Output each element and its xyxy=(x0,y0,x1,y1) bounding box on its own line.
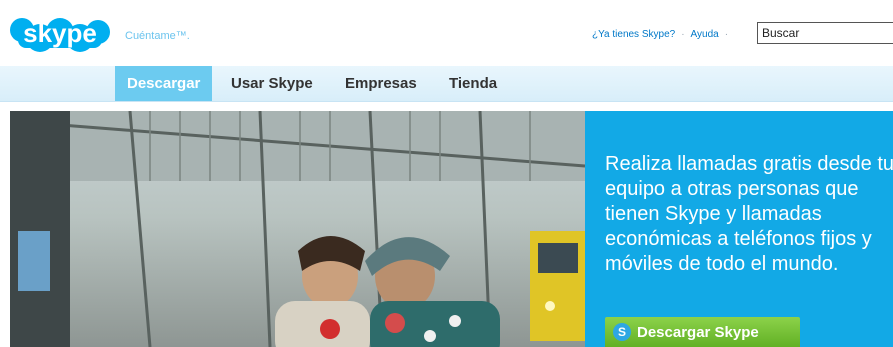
nav-item-descargar[interactable]: Descargar xyxy=(115,66,213,101)
promo-text: Realiza llamadas gratis desde tu equipo … xyxy=(605,153,893,275)
separator: · xyxy=(681,29,685,40)
hero-photo xyxy=(10,111,585,347)
nav-item-usar-skype[interactable]: Usar Skype xyxy=(219,66,325,101)
utility-links: ¿Ya tienes Skype? · Ayuda · xyxy=(592,29,734,40)
nav-item-tienda[interactable]: Tienda xyxy=(437,66,509,101)
separator: · xyxy=(724,29,729,40)
skype-logo[interactable]: skype xyxy=(8,8,112,62)
main-nav: Descargar Usar Skype Empresas Tienda xyxy=(0,66,893,102)
have-skype-link[interactable]: ¿Ya tienes Skype? xyxy=(592,29,675,40)
download-skype-label: Descargar Skype xyxy=(637,324,759,341)
tagline: Cuéntame™. xyxy=(125,30,190,42)
skype-s-icon: S xyxy=(613,323,631,341)
download-skype-button[interactable]: S Descargar Skype xyxy=(605,317,800,347)
promo-panel: Realiza llamadas gratis desde tu equipo … xyxy=(585,111,893,347)
header: skype Cuéntame™. ¿Ya tienes Skype? · Ayuda… xyxy=(0,0,893,66)
help-link[interactable]: Ayuda xyxy=(691,29,719,40)
hero-banner: Realiza llamadas gratis desde tu equipo … xyxy=(10,111,893,347)
station-illustration xyxy=(10,111,585,347)
logo-text: skype xyxy=(23,18,97,48)
search-input[interactable] xyxy=(757,22,893,44)
nav-item-empresas[interactable]: Empresas xyxy=(333,66,429,101)
